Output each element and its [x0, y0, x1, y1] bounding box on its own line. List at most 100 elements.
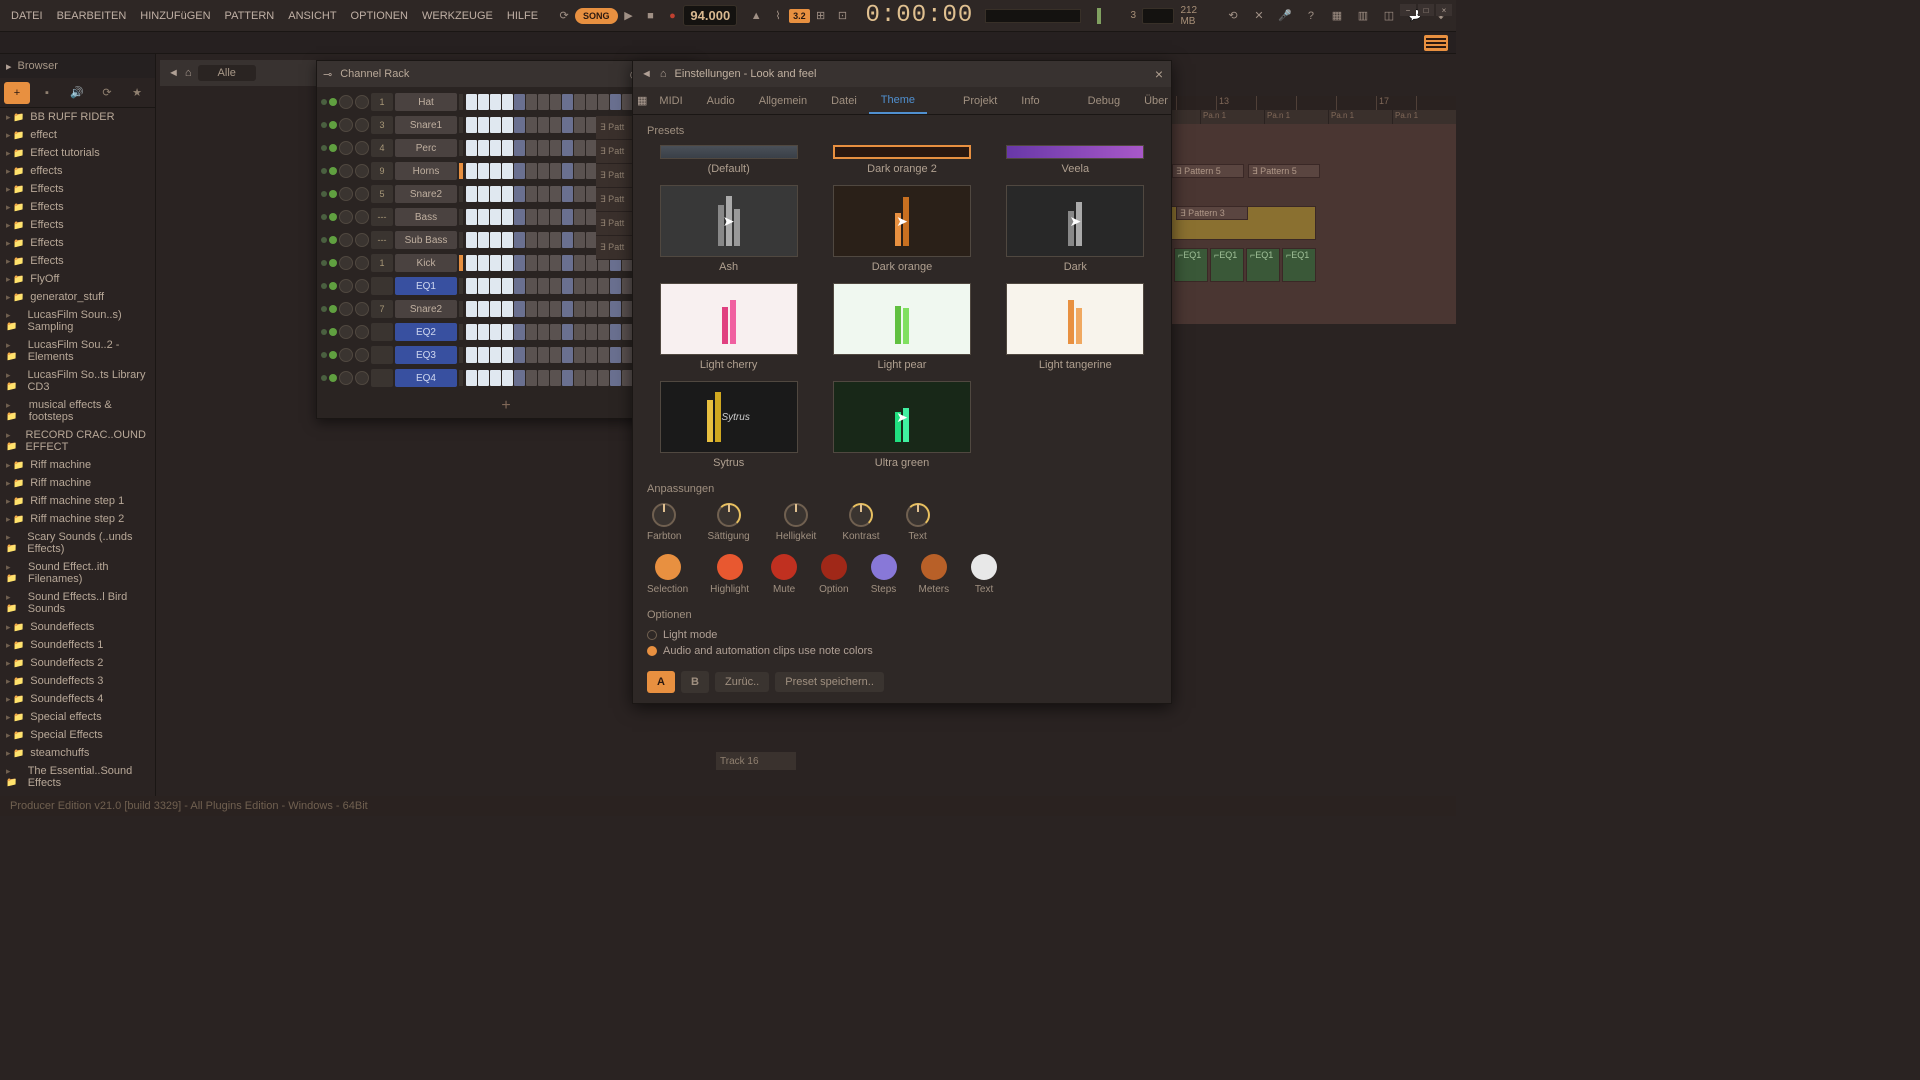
step-button[interactable] — [574, 186, 585, 202]
step-button[interactable] — [610, 324, 621, 340]
step-button[interactable] — [514, 278, 525, 294]
channel-mute[interactable] — [329, 213, 337, 221]
channel-number[interactable]: 4 — [371, 139, 393, 157]
tab-audio[interactable]: Audio — [695, 87, 747, 114]
theme-preset[interactable]: Light tangerine — [994, 283, 1157, 371]
step-button[interactable] — [550, 140, 561, 156]
step-button[interactable] — [562, 324, 573, 340]
channel-vol-knob[interactable] — [355, 141, 369, 155]
theme-preset[interactable]: ➤ Ultra green — [820, 381, 983, 469]
browser-item[interactable]: ▸ 📁Special Effects — [0, 726, 155, 744]
channel-vol-knob[interactable] — [355, 164, 369, 178]
menu-ansicht[interactable]: ANSICHT — [281, 0, 343, 31]
wait-icon[interactable]: ⌇ — [770, 6, 786, 26]
channel-led[interactable] — [321, 375, 327, 381]
channel-pan-knob[interactable] — [339, 233, 353, 247]
knob-dial[interactable] — [906, 503, 930, 527]
playlist-clip[interactable]: ∃ Pattern 5 — [1172, 164, 1244, 178]
channel-mute[interactable] — [329, 167, 337, 175]
theme-preset[interactable]: ➤ Ash — [647, 185, 810, 273]
channel-mute[interactable] — [329, 259, 337, 267]
step-button[interactable] — [610, 94, 621, 110]
playlist-clip[interactable]: ⌐EQ1 — [1282, 248, 1316, 282]
channel-led[interactable] — [321, 145, 327, 151]
channel-name[interactable]: Horns — [395, 162, 457, 180]
step-button[interactable] — [502, 140, 513, 156]
channel-number[interactable] — [371, 346, 393, 364]
step-button[interactable] — [562, 186, 573, 202]
channel-vol-knob[interactable] — [355, 187, 369, 201]
step-button[interactable] — [586, 140, 597, 156]
color-swatch[interactable]: Mute — [771, 554, 797, 595]
step-button[interactable] — [526, 370, 537, 386]
step-button[interactable] — [598, 347, 609, 363]
browser-item[interactable]: ▸ 📁Scary Sounds (..unds Effects) — [0, 528, 155, 558]
channel-number[interactable]: 7 — [371, 300, 393, 318]
color-swatch[interactable]: Option — [819, 554, 848, 595]
reset-button[interactable]: Zurüc.. — [715, 672, 769, 692]
tab-debug[interactable]: Debug — [1076, 87, 1132, 114]
tab-ueber[interactable]: Über — [1132, 87, 1180, 114]
browser-item[interactable]: ▸ 📁Sound Effect..ith Filenames) — [0, 558, 155, 588]
beat-indicator[interactable]: 3.2 — [789, 9, 810, 23]
step-button[interactable] — [478, 347, 489, 363]
knob-dial[interactable] — [784, 503, 808, 527]
playlist-clip[interactable]: ∃ Pattern 5 — [1248, 164, 1320, 178]
color-swatch[interactable]: Highlight — [710, 554, 749, 595]
step-button[interactable] — [550, 232, 561, 248]
channel-mute[interactable] — [329, 236, 337, 244]
browser-list[interactable]: ▸ 📁BB RUFF RIDER▸ 📁effect▸ 📁Effect tutor… — [0, 108, 155, 800]
swatch-circle[interactable] — [821, 554, 847, 580]
browser-item[interactable]: ▸ 📁effect — [0, 126, 155, 144]
playlist-header-cell[interactable]: Pa.n 1 — [1200, 110, 1264, 124]
channel-led[interactable] — [321, 283, 327, 289]
settings-icon-tab[interactable]: ▦ — [637, 94, 647, 107]
metronome-icon[interactable]: ▲ — [748, 6, 764, 26]
maximize-button[interactable]: □ — [1418, 4, 1434, 16]
step-button[interactable] — [538, 140, 549, 156]
channel-pan-knob[interactable] — [339, 118, 353, 132]
browser-item[interactable]: ▸ 📁FlyOff — [0, 270, 155, 288]
time-display[interactable]: 0:00:00 — [865, 2, 973, 29]
swatch-circle[interactable] — [971, 554, 997, 580]
step-button[interactable] — [598, 324, 609, 340]
step-button[interactable] — [490, 301, 501, 317]
menu-hinzufuegen[interactable]: HINZUFüGEN — [133, 0, 217, 31]
step-button[interactable] — [466, 278, 477, 294]
step-button[interactable] — [514, 347, 525, 363]
tempo-display[interactable]: 94.000 — [683, 5, 737, 26]
channel-name[interactable]: Snare2 — [395, 185, 457, 203]
step-button[interactable] — [514, 140, 525, 156]
step-button[interactable] — [502, 163, 513, 179]
step-button[interactable] — [478, 94, 489, 110]
channel-number[interactable]: --- — [371, 208, 393, 226]
channel-name[interactable]: EQ4 — [395, 369, 457, 387]
swatch-circle[interactable] — [717, 554, 743, 580]
browser-item[interactable]: ▸ 📁generator_stuff — [0, 288, 155, 306]
theme-preset[interactable]: Light cherry — [647, 283, 810, 371]
channel-pan-knob[interactable] — [339, 256, 353, 270]
step-button[interactable] — [490, 209, 501, 225]
channel-mute[interactable] — [329, 282, 337, 290]
step-button[interactable] — [478, 117, 489, 133]
channel-name[interactable]: Sub Bass — [395, 231, 457, 249]
tools-icon[interactable]: ✕ — [1248, 5, 1270, 27]
step-button[interactable] — [514, 117, 525, 133]
step-button[interactable] — [562, 117, 573, 133]
step-button[interactable] — [466, 140, 477, 156]
browser-audio-icon[interactable]: 🔊 — [64, 82, 90, 104]
browser-collapse-icon[interactable]: ▸ — [6, 60, 12, 73]
settings-close-icon[interactable]: × — [1155, 66, 1163, 82]
play-icon[interactable]: ▶ — [621, 6, 637, 26]
browser-item[interactable]: ▸ 📁The Essential..Sound Effects — [0, 762, 155, 792]
step-button[interactable] — [466, 209, 477, 225]
channel-name[interactable]: EQ1 — [395, 277, 457, 295]
step-button[interactable] — [466, 347, 477, 363]
step-button[interactable] — [586, 186, 597, 202]
channel-number[interactable]: 1 — [371, 93, 393, 111]
channel-vol-knob[interactable] — [355, 325, 369, 339]
step-button[interactable] — [514, 255, 525, 271]
step-button[interactable] — [610, 347, 621, 363]
step-button[interactable] — [562, 255, 573, 271]
channel-mute[interactable] — [329, 121, 337, 129]
